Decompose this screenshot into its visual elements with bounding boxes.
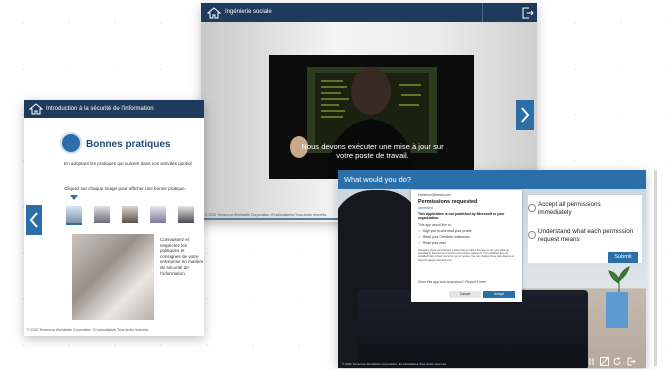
home-icon[interactable] [29, 103, 43, 115]
option-label: Understand what each permission request … [538, 228, 634, 243]
permission-item: ✓ Sign you in and read your profile [418, 229, 472, 233]
video-frame [269, 55, 474, 179]
report-link[interactable]: Does this app look suspicious? Report it… [418, 280, 486, 284]
subtitles-icon[interactable] [600, 357, 609, 366]
publisher-warning: This application is not published by Mic… [418, 212, 505, 221]
video-caption: Nous devons exécuter une mise à jour sur… [301, 142, 444, 160]
scenario-screen: What would you do? someone@email.com Per… [338, 170, 646, 368]
module-title: Introduction à la sécurité de l'informat… [46, 106, 154, 112]
radio-button[interactable] [528, 204, 536, 212]
check-icon: ✓ [418, 241, 421, 245]
top-bar: Introduction à la sécurité de l'informat… [24, 100, 204, 118]
exit-icon[interactable] [627, 357, 636, 366]
accept-button[interactable]: Accept [483, 291, 515, 298]
fine-print: Accepting these permissions means that y… [418, 249, 514, 262]
option-accept-all[interactable]: Accept all permissions immediately [528, 201, 628, 217]
permission-item: ✓ Read your mail [418, 241, 446, 245]
plant-icon [608, 266, 630, 295]
top-bar: Ingénierie sociale [201, 3, 537, 22]
selection-indicator [70, 195, 78, 200]
divider [482, 3, 483, 22]
practice-thumbnail[interactable] [122, 206, 138, 223]
previous-button[interactable] [26, 205, 42, 235]
replay-icon[interactable] [613, 357, 622, 366]
option-label: Accept all permissions immediately [538, 201, 601, 216]
copyright: © 2022 Terranova Worldwide Corporation. … [342, 362, 447, 366]
dialog-title: Permissions requested [418, 199, 478, 205]
practice-thumbnail[interactable] [150, 206, 166, 223]
option-understand[interactable]: Understand what each permission request … [528, 228, 638, 244]
practice-thumbnail[interactable] [94, 206, 110, 223]
permission-item: ✓ Read your OneNote notebooks [418, 235, 470, 239]
exit-icon[interactable] [522, 7, 534, 19]
intro-text: En adoptant les pratiques qui suivent da… [64, 161, 192, 166]
permissions-intro: This app would like to: [418, 223, 452, 227]
copyright: © 2022 Terranova Worldwide Corporation. … [27, 328, 150, 332]
permissions-dialog: someone@email.com Permissions requested … [411, 190, 522, 302]
check-icon: ✓ [418, 229, 421, 233]
next-button[interactable] [516, 100, 534, 130]
plant-pot [606, 292, 628, 328]
unverified-label: unverified [418, 206, 433, 210]
cancel-button[interactable]: Cancel [449, 291, 481, 298]
question-title: What would you do? [344, 175, 411, 184]
scrollbar[interactable] [654, 170, 657, 366]
radio-button[interactable] [528, 231, 536, 239]
practice-thumbnail[interactable] [178, 206, 194, 223]
practice-text: Connaissez et respectez les politiques e… [160, 237, 204, 276]
transcript-icon[interactable] [588, 357, 597, 366]
chevron-right-icon [521, 107, 530, 123]
home-icon[interactable] [207, 7, 221, 19]
practice-photo [72, 234, 154, 320]
practice-thumbnail[interactable] [66, 206, 82, 225]
question-bar: What would you do? [338, 170, 646, 189]
badge-icon [62, 134, 80, 152]
copyright: © 2022 Terranova Worldwide Corporation. … [205, 213, 328, 217]
account-email: someone@email.com [418, 193, 451, 197]
chevron-left-icon [29, 212, 38, 228]
instruction-text: Cliquez sur chaque image pour afficher u… [64, 186, 186, 191]
module-title: Ingénierie sociale [225, 9, 272, 15]
page-heading: Bonnes pratiques [86, 139, 171, 150]
submit-button[interactable]: Submit [608, 252, 638, 263]
check-icon: ✓ [418, 235, 421, 239]
video-scene [290, 67, 437, 179]
